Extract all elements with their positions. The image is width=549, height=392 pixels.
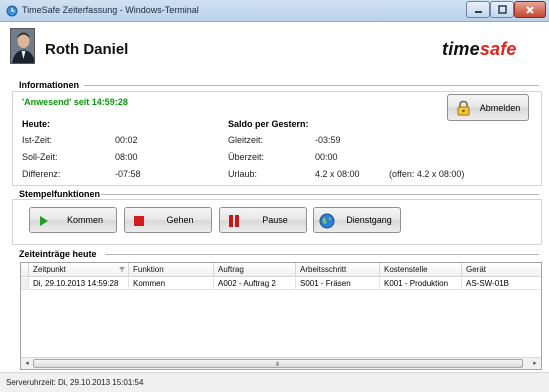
column-header-funktion[interactable]: Funktion xyxy=(129,263,214,277)
differenz-label: Differenz: xyxy=(22,169,61,179)
stop-icon xyxy=(134,216,144,226)
today-heading: Heute: xyxy=(22,119,51,129)
gehen-button[interactable]: Gehen xyxy=(124,207,212,233)
cell-arbeitsschritt: S001 - Fräsen xyxy=(296,278,380,290)
scroll-right-arrow-icon[interactable]: ▸ xyxy=(531,360,539,368)
scroll-thumb[interactable]: III xyxy=(33,359,523,368)
gleitzeit-label: Gleitzeit: xyxy=(228,135,264,145)
column-header-kostenstelle[interactable]: Kostenstelle xyxy=(380,263,462,277)
table-row[interactable]: Di, 29.10.2013 14:59:28 Kommen A002 - Au… xyxy=(21,278,541,290)
close-button[interactable] xyxy=(514,1,546,18)
row-indicator-header xyxy=(21,263,29,277)
app-clock-icon xyxy=(6,5,18,17)
play-icon xyxy=(40,216,48,226)
column-header-arbeitsschritt[interactable]: Arbeitsschritt xyxy=(296,263,380,277)
gehen-label: Gehen xyxy=(166,215,194,225)
server-time: Serveruhrzeit: Di, 29.10.2013 15:01:54 xyxy=(6,378,144,387)
kommen-label: Kommen xyxy=(66,215,103,225)
column-header-zeitpunkt[interactable]: Zeitpunkt xyxy=(29,263,129,277)
cell-auftrag: A002 - Auftrag 2 xyxy=(214,278,296,290)
urlaub-value: 4.2 x 08:00 xyxy=(315,169,360,179)
scroll-grip: III xyxy=(276,362,279,368)
ist-zeit-value: 00:02 xyxy=(115,135,138,145)
table-header: Zeitpunkt Funktion Auftrag Arbeitsschrit… xyxy=(21,263,541,277)
minimize-icon xyxy=(474,11,482,13)
maximize-button[interactable] xyxy=(490,1,514,18)
timesafe-logo: timesafe xyxy=(442,39,517,59)
filter-icon[interactable] xyxy=(119,267,125,272)
presence-status: 'Anwesend' seit 14:59:28 xyxy=(22,97,128,107)
dienstgang-button[interactable]: Dienstgang xyxy=(313,207,401,233)
cell-zeitpunkt: Di, 29.10.2013 14:59:28 xyxy=(29,278,129,290)
dienstgang-label: Dienstgang xyxy=(346,215,392,225)
section-title-informationen: Informationen xyxy=(19,80,79,90)
urlaub-offen: (offen: 4.2 x 08:00) xyxy=(389,169,465,179)
window-title: TimeSafe Zeiterfassung - Windows-Termina… xyxy=(22,5,199,15)
minimize-button[interactable] xyxy=(466,1,490,18)
urlaub-label: Urlaub: xyxy=(228,169,258,179)
user-photo xyxy=(11,29,34,63)
soll-zeit-label: Soll-Zeit: xyxy=(22,152,58,162)
cell-funktion: Kommen xyxy=(129,278,214,290)
close-icon xyxy=(526,5,534,14)
entries-table[interactable]: Zeitpunkt Funktion Auftrag Arbeitsschrit… xyxy=(20,262,542,370)
gleitzeit-value: -03:59 xyxy=(315,135,341,145)
pause-icon xyxy=(229,215,239,227)
maximize-icon xyxy=(497,5,507,14)
ist-zeit-label: Ist-Zeit: xyxy=(22,135,53,145)
status-bar: Serveruhrzeit: Di, 29.10.2013 15:01:54 xyxy=(0,372,549,392)
divider xyxy=(105,254,539,255)
main-panel: Roth Daniel timesafe Informationen 'Anwe… xyxy=(6,22,543,386)
row-indicator xyxy=(21,278,29,290)
cell-geraet: AS-SW-01B xyxy=(462,278,541,290)
title-bar: TimeSafe Zeiterfassung - Windows-Termina… xyxy=(0,0,549,22)
divider xyxy=(84,85,539,86)
globe-icon xyxy=(319,213,335,229)
soll-zeit-value: 08:00 xyxy=(115,152,138,162)
cell-kostenstelle: K001 - Produktion xyxy=(380,278,462,290)
ueberzeit-value: 00:00 xyxy=(315,152,338,162)
ueberzeit-label: Überzeit: xyxy=(228,152,265,162)
differenz-value: -07:58 xyxy=(115,169,141,179)
divider xyxy=(101,194,539,195)
saldo-heading: Saldo per Gestern: xyxy=(228,119,309,129)
pause-label: Pause xyxy=(262,215,288,225)
horizontal-scrollbar[interactable]: ◂ III ▸ xyxy=(21,357,541,369)
logout-button[interactable]: Abmelden xyxy=(447,94,529,121)
section-title-stempelfunktionen: Stempelfunktionen xyxy=(19,189,101,199)
scroll-left-arrow-icon[interactable]: ◂ xyxy=(23,360,31,368)
logout-label: Abmelden xyxy=(479,103,521,113)
kommen-button[interactable]: Kommen xyxy=(29,207,117,233)
lock-icon xyxy=(457,100,470,116)
avatar xyxy=(10,28,35,64)
user-name: Roth Daniel xyxy=(45,41,129,58)
pause-button[interactable]: Pause xyxy=(219,207,307,233)
column-header-auftrag[interactable]: Auftrag xyxy=(214,263,296,277)
column-header-geraet[interactable]: Gerät xyxy=(462,263,541,277)
section-title-zeiteintraege: Zeiteinträge heute xyxy=(19,249,97,259)
